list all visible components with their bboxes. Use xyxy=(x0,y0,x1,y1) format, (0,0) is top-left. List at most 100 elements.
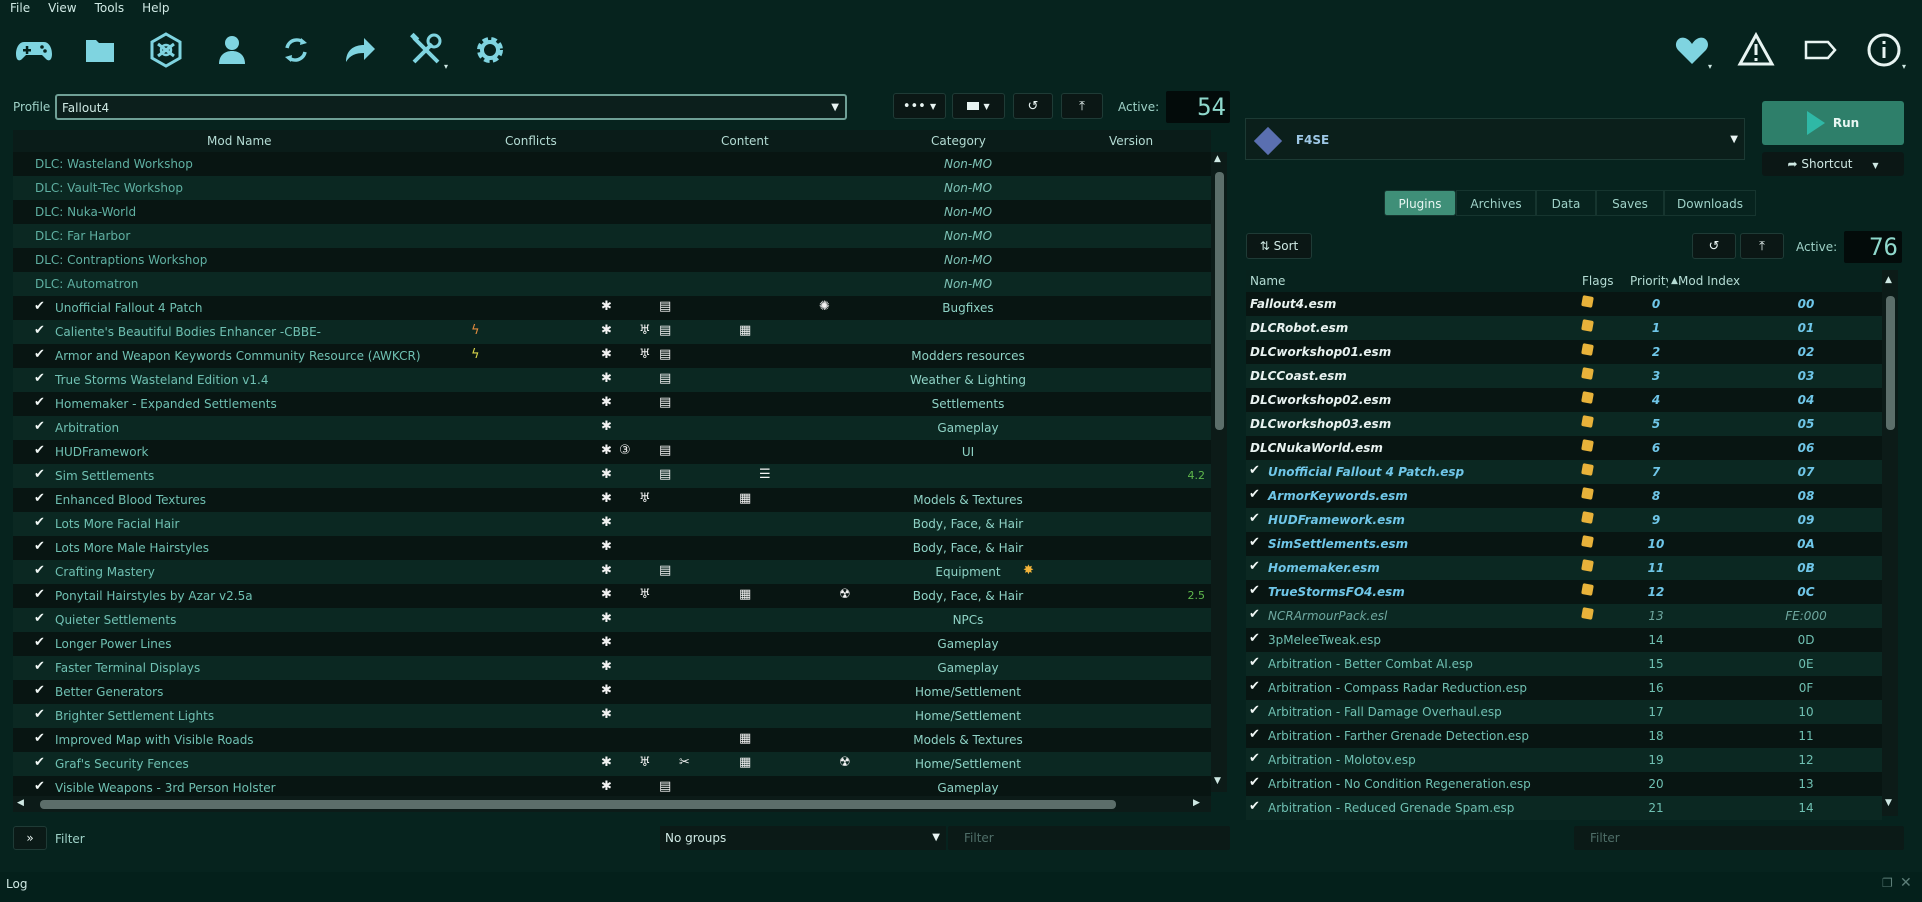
checkbox-icon[interactable]: ✔ xyxy=(1249,487,1260,502)
nexus-icon[interactable] xyxy=(144,28,188,72)
menu-view[interactable]: View xyxy=(48,0,76,16)
checkbox-icon[interactable]: ✔ xyxy=(34,731,45,746)
plugin-row[interactable]: DLCworkshop02.esm 4 04 xyxy=(1246,388,1882,412)
gear-icon[interactable] xyxy=(468,28,512,72)
checkbox-icon[interactable]: ✔ xyxy=(1249,703,1260,718)
checkbox-icon[interactable]: ✔ xyxy=(34,443,45,458)
scroll-down-icon[interactable]: ▼ xyxy=(1214,776,1221,786)
checkbox-icon[interactable]: ✔ xyxy=(1249,631,1260,646)
plugin-row[interactable]: DLCworkshop01.esm 2 02 xyxy=(1246,340,1882,364)
mod-row[interactable]: DLC: Contraptions Workshop Non-MO xyxy=(13,248,1211,272)
scroll-right-icon[interactable]: ▶ xyxy=(1193,798,1200,808)
plugin-row[interactable]: Fallout4.esm 0 00 xyxy=(1246,292,1882,316)
mod-list-hscrollbar[interactable]: ◀ ▶ xyxy=(13,796,1211,812)
plugin-row[interactable]: ✔ Unofficial Fallout 4 Patch.esp 7 07 xyxy=(1246,460,1882,484)
plugin-row[interactable]: ✔ NCRArmourPack.esl 13 FE:000 xyxy=(1246,604,1882,628)
plugin-filter-input[interactable]: Filter xyxy=(1574,826,1904,850)
mod-row[interactable]: DLC: Nuka-World Non-MO xyxy=(13,200,1211,224)
plugin-list-vscrollbar[interactable]: ▲ ▼ xyxy=(1882,270,1898,816)
mod-row[interactable]: ✔ Lots More Male Hairstyles ✱ Body, Face, &… xyxy=(13,536,1211,560)
checkbox-icon[interactable]: ✔ xyxy=(34,395,45,410)
mod-list-vscroll-thumb[interactable] xyxy=(1215,172,1224,430)
mod-row[interactable]: ✔ Homemaker - Expanded Settlements ✱ ▤ Settl… xyxy=(13,392,1211,416)
tab-plugins[interactable]: Plugins xyxy=(1384,190,1456,216)
mod-row[interactable]: ✔ HUDFramework ✱ ③ ▤ UI xyxy=(13,440,1211,464)
checkbox-icon[interactable]: ✔ xyxy=(1249,607,1260,622)
col-conflicts[interactable]: Conflicts xyxy=(505,134,557,148)
executable-select[interactable]: F4SE ▼ xyxy=(1245,118,1745,160)
col-name[interactable]: Name xyxy=(1250,274,1285,288)
tag-icon[interactable] xyxy=(1798,28,1842,72)
shortcut-button[interactable]: ➦ Shortcut ▼ xyxy=(1762,152,1904,176)
scroll-down-icon[interactable]: ▼ xyxy=(1885,798,1892,808)
mod-row[interactable]: ✔ Lots More Facial Hair ✱ Body, Face, & Hai… xyxy=(13,512,1211,536)
mod-row[interactable]: DLC: Wasteland Workshop Non-MO xyxy=(13,152,1211,176)
user-icon[interactable] xyxy=(210,28,254,72)
mod-row[interactable]: ✔ Ponytail Hairstyles by Azar v2.5a ✱ ♅ ▦ ☢ Bo… xyxy=(13,584,1211,608)
tab-data[interactable]: Data xyxy=(1536,190,1596,216)
mod-row[interactable]: ✔ Caliente's Beautiful Bodies Enhancer -C… xyxy=(13,320,1211,344)
col-mod-index[interactable]: Mod Index xyxy=(1678,274,1740,288)
mod-row[interactable]: ✔ Brighter Settlement Lights ✱ Home/Settlem… xyxy=(13,704,1211,728)
scroll-left-icon[interactable]: ◀ xyxy=(17,798,24,808)
scroll-up-icon[interactable]: ▲ xyxy=(1885,275,1892,285)
mod-row[interactable]: ✔ Faster Terminal Displays ✱ Gameplay xyxy=(13,656,1211,680)
restore-backup-icon[interactable]: ↺ xyxy=(1013,93,1053,119)
checkbox-icon[interactable]: ✔ xyxy=(1249,727,1260,742)
mod-row[interactable]: ✔ Graf's Security Fences ✱ ♅ ✂ ▦ ☢ Home/Settlem… xyxy=(13,752,1211,776)
checkbox-icon[interactable]: ✔ xyxy=(1249,463,1260,478)
create-backup-icon[interactable]: ⤒ xyxy=(1061,93,1103,119)
mod-filter-input[interactable]: Filter xyxy=(948,826,1230,850)
checkbox-icon[interactable]: ✔ xyxy=(34,683,45,698)
plugins-backup-icon[interactable]: ⤒ xyxy=(1740,233,1784,259)
undock-icon[interactable]: ❐ xyxy=(1882,876,1893,890)
checkbox-icon[interactable]: ✔ xyxy=(34,515,45,530)
sort-button[interactable]: ⇅ Sort xyxy=(1246,233,1312,259)
close-icon[interactable]: ✕ xyxy=(1900,875,1912,891)
tools-icon[interactable] xyxy=(404,28,448,72)
info-icon[interactable] xyxy=(1862,28,1906,72)
checkbox-icon[interactable]: ✔ xyxy=(1249,511,1260,526)
plugin-row[interactable]: ✔ Arbitration - Molotov.esp 19 12 xyxy=(1246,748,1882,772)
checkbox-icon[interactable]: ✔ xyxy=(34,611,45,626)
tab-downloads[interactable]: Downloads xyxy=(1664,190,1756,216)
tools-dropdown-caret[interactable]: ▾ xyxy=(444,62,448,71)
checkbox-icon[interactable]: ✔ xyxy=(1249,775,1260,790)
checkbox-icon[interactable]: ✔ xyxy=(34,467,45,482)
checkbox-icon[interactable]: ✔ xyxy=(34,779,45,794)
checkbox-icon[interactable]: ✔ xyxy=(1249,655,1260,670)
plugin-row[interactable]: ✔ Arbitration - Compass Radar Reduction.e… xyxy=(1246,676,1882,700)
checkbox-icon[interactable]: ✔ xyxy=(34,299,45,314)
mod-row[interactable]: ✔ Unofficial Fallout 4 Patch ✱ ▤ ✺ Bugfixes xyxy=(13,296,1211,320)
plugin-row[interactable]: ✔ Arbitration - Better Combat AI.esp 15 0E xyxy=(1246,652,1882,676)
plugin-row[interactable]: ✔ Arbitration - No Condition Regeneration… xyxy=(1246,772,1882,796)
mod-row[interactable]: ✔ True Storms Wasteland Edition v1.4 ✱ ▤ Wea… xyxy=(13,368,1211,392)
profile-select[interactable]: Fallout4 ▼ xyxy=(55,94,847,120)
mod-row[interactable]: DLC: Vault-Tec Workshop Non-MO xyxy=(13,176,1211,200)
checkbox-icon[interactable]: ✔ xyxy=(1249,559,1260,574)
redo-arrow-icon[interactable] xyxy=(338,28,382,72)
col-content[interactable]: Content xyxy=(721,134,769,148)
plugin-row[interactable]: ✔ Arbitration - Fall Damage Overhaul.esp 1… xyxy=(1246,700,1882,724)
checkbox-icon[interactable]: ✔ xyxy=(1249,583,1260,598)
groups-select[interactable]: No groups ▼ xyxy=(660,826,946,850)
plugin-row[interactable]: ✔ TrueStormsFO4.esm 12 0C xyxy=(1246,580,1882,604)
checkbox-icon[interactable]: ✔ xyxy=(1249,799,1260,814)
tab-archives[interactable]: Archives xyxy=(1456,190,1536,216)
refresh-icon[interactable] xyxy=(274,28,318,72)
menu-help[interactable]: Help xyxy=(142,0,169,16)
archive-options-button[interactable]: ▼ xyxy=(952,93,1005,119)
heart-dropdown-caret[interactable]: ▾ xyxy=(1708,62,1712,71)
col-flags[interactable]: Flags xyxy=(1582,274,1613,288)
mod-row[interactable]: ✔ Sim Settlements ✱ ▤ ☰ 4.2 xyxy=(13,464,1211,488)
checkbox-icon[interactable]: ✔ xyxy=(34,563,45,578)
gamepad-icon[interactable] xyxy=(12,28,56,72)
plugin-row[interactable]: ✔ Arbitration - Farther Grenade Detection… xyxy=(1246,724,1882,748)
checkbox-icon[interactable]: ✔ xyxy=(1249,751,1260,766)
more-options-button[interactable]: ••• ▼ xyxy=(893,93,946,119)
checkbox-icon[interactable]: ✔ xyxy=(34,707,45,722)
menu-tools[interactable]: Tools xyxy=(95,0,125,16)
checkbox-icon[interactable]: ✔ xyxy=(34,659,45,674)
info-dropdown-caret[interactable]: ▾ xyxy=(1902,62,1906,71)
plugin-row[interactable]: ✔ 3pMeleeTweak.esp 14 0D xyxy=(1246,628,1882,652)
